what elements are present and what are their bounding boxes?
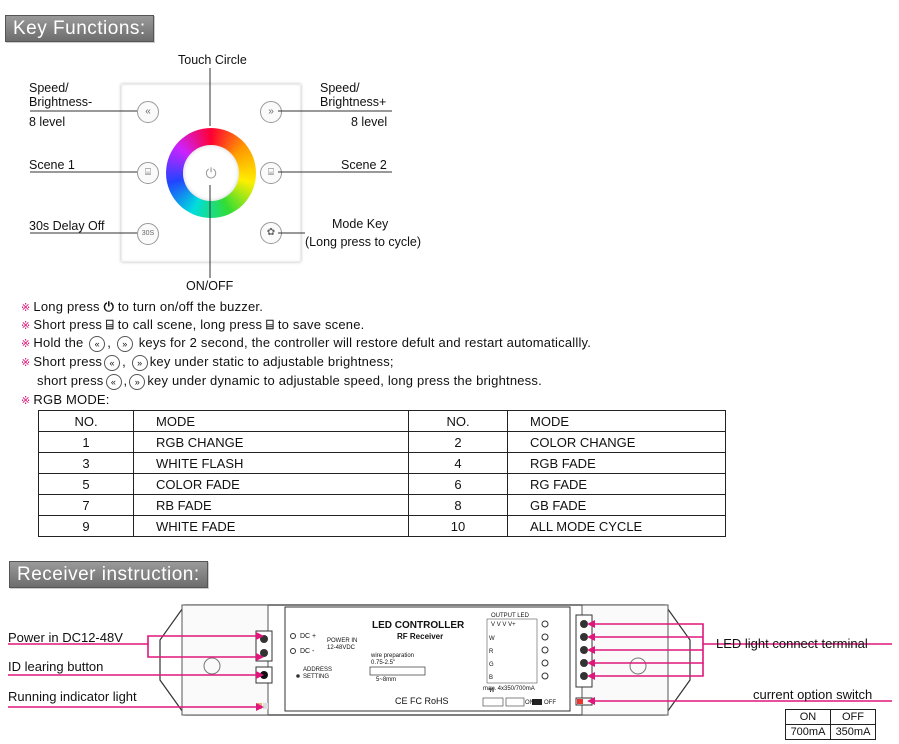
cell: OFF — [830, 709, 876, 725]
terminal-r: R — [489, 649, 494, 655]
cell: 8 — [408, 494, 508, 516]
cell: RG FADE — [507, 473, 726, 495]
cell: RB FADE — [133, 494, 409, 516]
cell: RGB FADE — [507, 452, 726, 474]
speed-minus-level: 8 level — [29, 115, 66, 129]
cell: WHITE FLASH — [133, 452, 409, 474]
setting-label: SETTING — [303, 674, 330, 680]
power-icon-inline: ⏻ — [103, 299, 115, 314]
speed-plus-label-2: Brightness+ — [320, 95, 387, 109]
power-in-small: POWER IN — [327, 638, 358, 644]
table-row: 5 COLOR FADE 6 RG FADE — [38, 473, 726, 495]
mode-key-label: Mode Key — [332, 217, 389, 231]
cell: GB FADE — [507, 494, 726, 516]
running-indicator-label: Running indicator light — [8, 689, 137, 704]
cell: 1 — [38, 431, 134, 453]
onoff-label: ON/OFF — [186, 279, 234, 293]
cell: ON — [785, 709, 831, 725]
cell: 2 — [408, 431, 508, 453]
cell: RGB CHANGE — [133, 431, 409, 453]
strip-length-label: 5~8mm — [376, 677, 397, 683]
note-scene: ※ Short press ⌸ to call scene, long press… — [21, 317, 365, 332]
header-mode: MODE — [133, 410, 409, 432]
rgb-mode-table: NO. MODE NO. MODE 1 RGB CHANGE 2 COLOR CHAN… — [38, 410, 726, 537]
prev-icon-inline-3: « — [105, 373, 122, 390]
terminal-v: V — [496, 622, 501, 628]
dc-minus-label: DC - — [300, 648, 315, 655]
header-mode-2: MODE — [507, 410, 726, 432]
next-icon-inline-2: » — [131, 354, 148, 371]
option-switch-table: ON OFF 700mA 350mA — [785, 709, 876, 740]
table-row: 3 WHITE FLASH 4 RGB FADE — [38, 452, 726, 474]
table-row: 9 WHITE FADE 10 ALL MODE CYCLE — [38, 515, 726, 537]
scene-icon-inline: ⌸ — [105, 317, 114, 332]
table-row: 7 RB FADE 8 GB FADE — [38, 494, 726, 516]
wire-gauge-label: 0.75-2.5" — [371, 660, 396, 666]
terminal-w: W — [489, 636, 495, 642]
speed-plus-label: Speed/ — [320, 81, 360, 95]
prev-icon-inline: « — [89, 335, 106, 352]
speed-minus-label: Speed/ — [29, 81, 69, 95]
power-in-label: Power in DC12-48V — [8, 630, 123, 645]
table-row: 1 RGB CHANGE 2 COLOR CHANGE — [38, 431, 726, 453]
receiver-drawing — [8, 604, 892, 716]
table-row: 700mA 350mA — [785, 724, 876, 740]
note-brightness: ※ Short press «, » key under static to adju… — [21, 354, 394, 371]
cell: 3 — [38, 452, 134, 474]
mode-key-sublabel: (Long press to cycle) — [305, 235, 422, 249]
terminal-v-labels: V V V V+ — [491, 622, 516, 628]
terminal-v: V — [491, 622, 496, 628]
terminal-g: G — [489, 662, 494, 668]
cell: 350mA — [830, 724, 876, 740]
switch-off-label: OFF — [544, 700, 556, 706]
scene1-label: Scene 1 — [29, 158, 75, 172]
controller-subtitle: RF Receiver — [397, 632, 444, 641]
id-clear-label: ID learing button — [8, 659, 104, 674]
wire-prep-label: wire preparation — [371, 653, 415, 659]
note-buzzer: ※ Long press ⏻ to turn on/off the buzzer. — [21, 299, 264, 314]
dc-plus-label: DC + — [300, 633, 317, 640]
cell: ALL MODE CYCLE — [507, 515, 726, 537]
cell: COLOR FADE — [133, 473, 409, 495]
header-no: NO. — [38, 410, 134, 432]
cell: 7 — [38, 494, 134, 516]
note-rgb-mode: ※ RGB MODE: — [21, 392, 110, 407]
terminal-w2: W — [489, 688, 495, 694]
next-icon-inline: » — [116, 335, 133, 352]
receiver-header: Receiver instruction: — [9, 561, 208, 588]
power-range-small: 12-48VDC — [327, 645, 356, 651]
prev-icon-inline-2: « — [104, 354, 121, 371]
certifications-label: CE FC RoHS — [395, 696, 449, 706]
cell: WHITE FADE — [133, 515, 409, 537]
cell: 9 — [38, 515, 134, 537]
terminal-v: V — [502, 622, 507, 628]
switch-on-label: ON — [525, 700, 534, 706]
cell: COLOR CHANGE — [507, 431, 726, 453]
remote-leader-lines — [30, 68, 392, 278]
output-led-label: OUTPUT LED — [491, 613, 529, 619]
scene-icon-inline-2: ⌸ — [266, 317, 275, 332]
terminal-v: V+ — [508, 622, 516, 628]
address-label: ADDRESS — [303, 667, 333, 673]
led-terminal-label: LED light connect terminal — [716, 636, 868, 651]
cell: 10 — [408, 515, 508, 537]
cell: 700mA — [785, 724, 831, 740]
table-header-row: NO. MODE NO. MODE — [38, 410, 726, 432]
terminal-rgbw-labels: W R G B W — [489, 633, 495, 698]
speed-plus-level: 8 level — [351, 115, 388, 129]
terminal-b: B — [489, 675, 494, 681]
controller-title: LED CONTROLLER — [372, 620, 465, 631]
next-icon-inline-3: » — [129, 373, 146, 390]
scene2-label: Scene 2 — [341, 158, 387, 172]
note-speed: short press «,» key under dynamic to adjus… — [37, 373, 542, 390]
note-reset: ※ Hold the «, » keys for 2 second, the co… — [21, 335, 592, 352]
cell: 6 — [408, 473, 508, 495]
cell: 4 — [408, 452, 508, 474]
cell: 5 — [38, 473, 134, 495]
header-no-2: NO. — [408, 410, 508, 432]
option-switch-label: current option switch — [753, 687, 873, 702]
speed-minus-label-2: Brightness- — [29, 95, 93, 109]
table-row: ON OFF — [785, 709, 876, 725]
delay-label: 30s Delay Off — [29, 219, 105, 233]
